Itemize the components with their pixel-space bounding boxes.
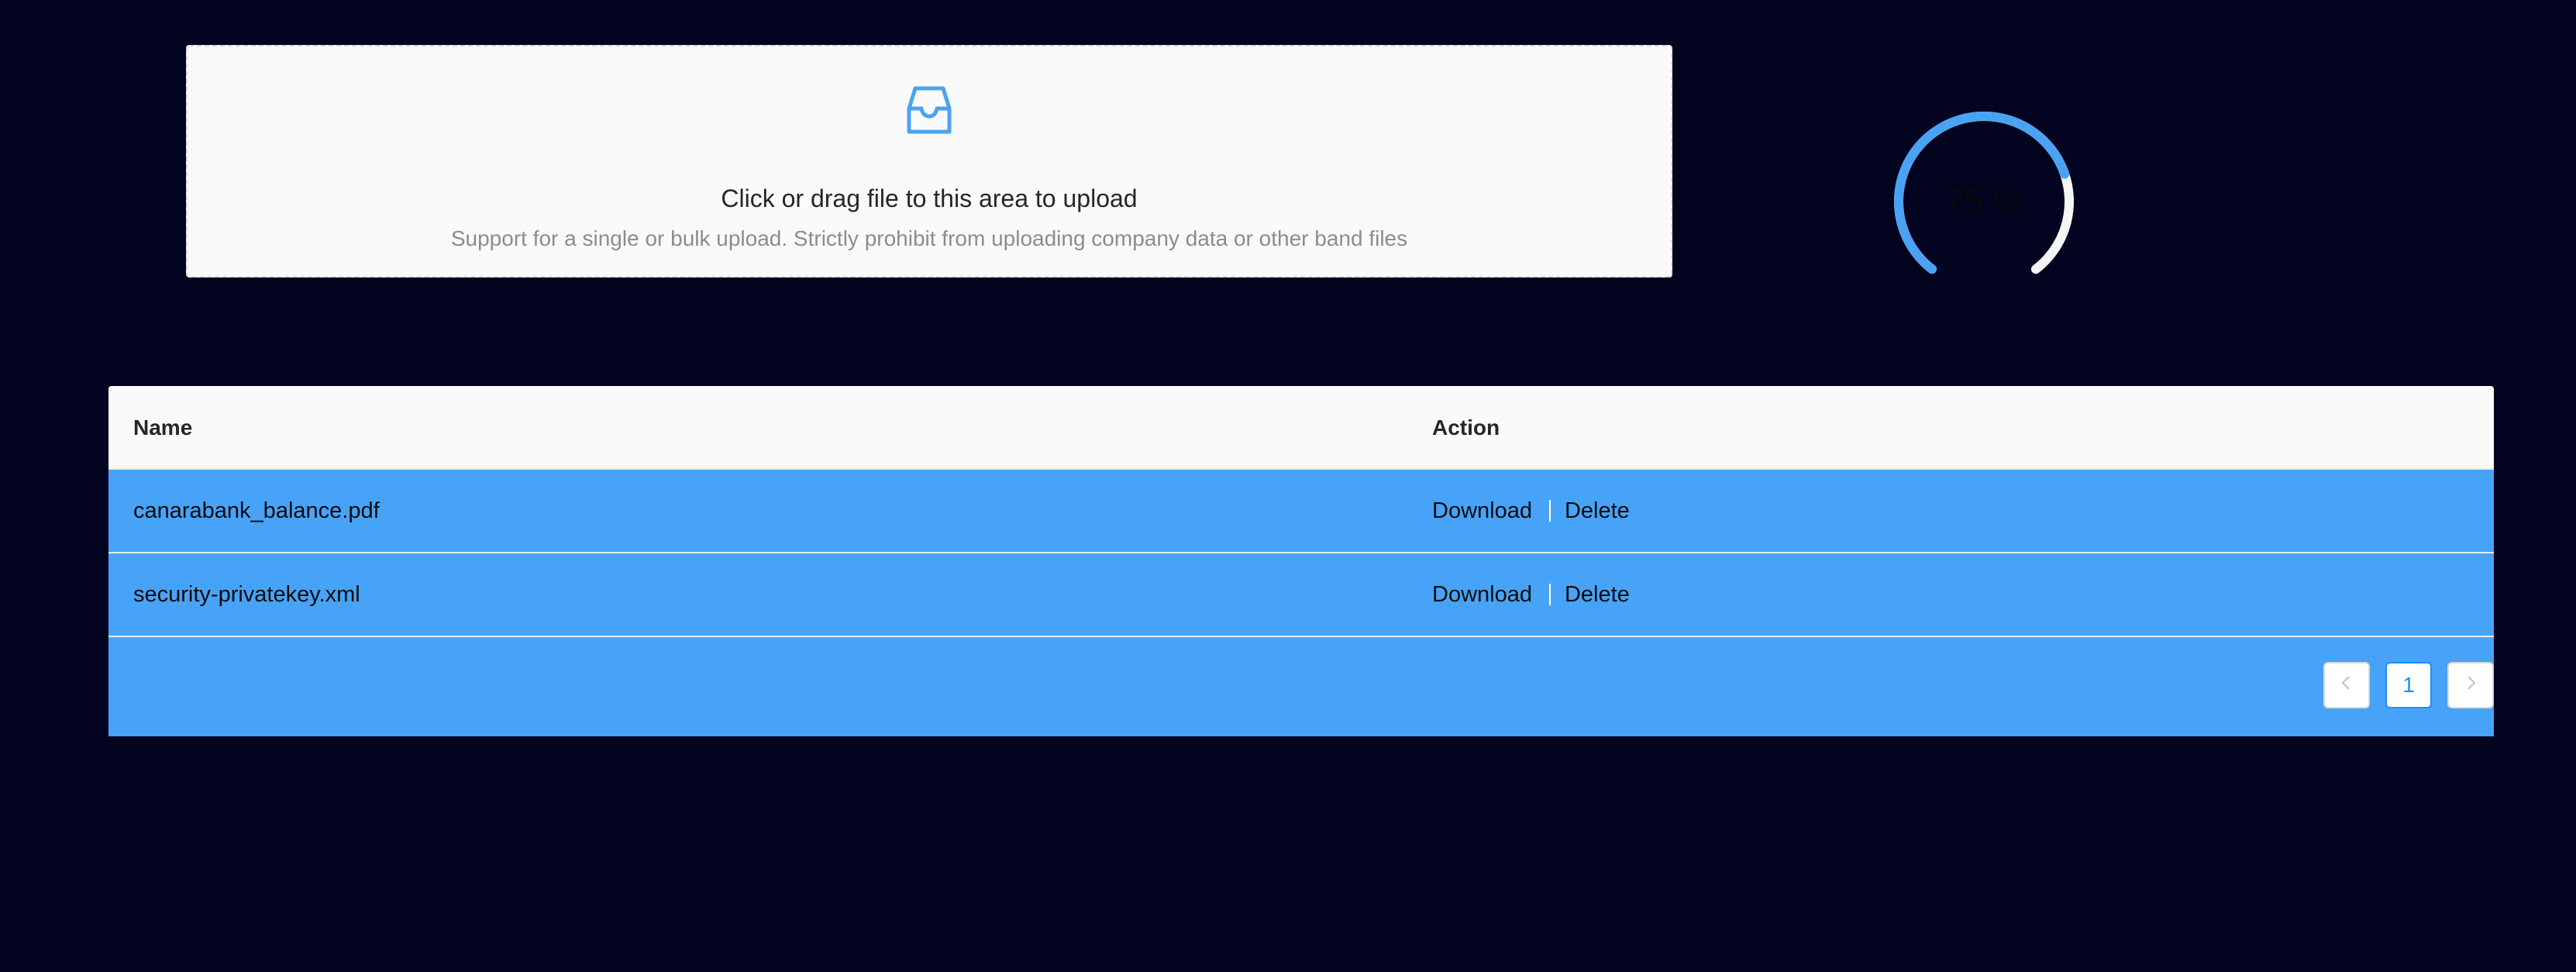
table-header: Name Action (108, 386, 2494, 470)
action-divider (1548, 584, 1551, 605)
next-page-button[interactable] (2447, 662, 2494, 708)
delete-link[interactable]: Delete (1565, 553, 1630, 636)
upload-dragger[interactable]: Click or drag file to this area to uploa… (186, 45, 1672, 277)
table-row: canarabank_balance.pdf Download Delete (108, 470, 2494, 553)
upload-hint: Support for a single or bulk upload. Str… (450, 226, 1408, 250)
prev-page-button[interactable] (2323, 662, 2370, 708)
progress-label: 75 % (1944, 182, 2023, 220)
table-row: security-privatekey.xml Download Delete (108, 553, 2494, 637)
chevron-right-icon (2461, 673, 2480, 698)
chevron-left-icon (2337, 673, 2356, 698)
inbox-icon (898, 79, 960, 141)
page-1-button[interactable]: 1 (2385, 662, 2432, 708)
row-actions: Download Delete (1432, 470, 1630, 552)
file-name: canarabank_balance.pdf (133, 498, 380, 523)
file-name: security-privatekey.xml (133, 582, 360, 607)
delete-link[interactable]: Delete (1565, 470, 1630, 552)
pagination: 1 (2323, 662, 2494, 708)
column-header-name: Name (133, 415, 193, 439)
file-table: Name Action canarabank_balance.pdf Downl… (108, 386, 2494, 736)
download-link[interactable]: Download (1432, 553, 1532, 636)
download-link[interactable]: Download (1432, 470, 1532, 552)
row-actions: Download Delete (1432, 553, 1630, 636)
action-divider (1548, 500, 1551, 522)
upload-text: Click or drag file to this area to uploa… (721, 184, 1138, 212)
progress-dashboard: 75 % (1883, 101, 2085, 302)
column-header-action: Action (1432, 415, 1500, 439)
